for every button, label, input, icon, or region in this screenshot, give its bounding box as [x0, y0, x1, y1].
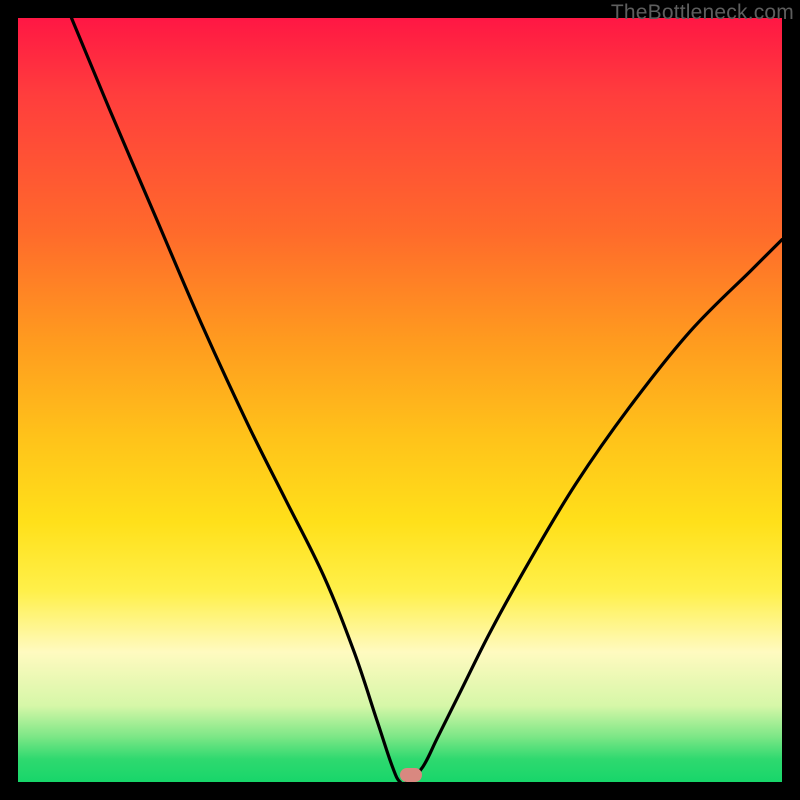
bottleneck-curve-path — [72, 18, 783, 782]
bottleneck-curve — [18, 18, 782, 782]
chart-stage: TheBottleneck.com — [0, 0, 800, 800]
gradient-plot-area — [18, 18, 782, 782]
watermark-text: TheBottleneck.com — [611, 1, 794, 25]
optimal-point-marker — [400, 768, 422, 782]
